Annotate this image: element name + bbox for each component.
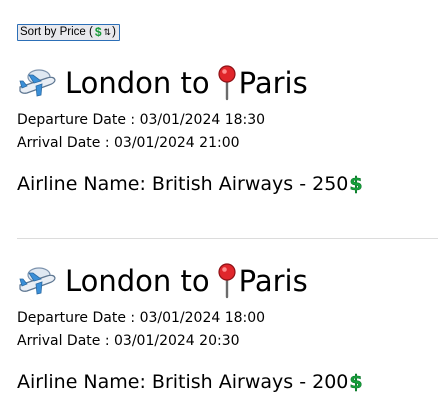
flight-results-page: Sort by Price ( $ ⇅ ) London to Paris De… [0, 0, 438, 420]
airline-row: Airline Name: British Airways - 200 $ [17, 369, 438, 395]
departure-label: Departure Date : [17, 310, 140, 326]
sort-button-suffix: ) [112, 26, 116, 38]
airline-name: British Airways [151, 371, 294, 393]
heavy-dollar-sign-icon: $ [349, 173, 363, 196]
price-separator: - [293, 371, 313, 393]
price-separator: - [293, 173, 313, 195]
airline-label: Airline Name: [17, 173, 146, 195]
arrival-label: Arrival Date : [17, 333, 115, 349]
departure-label: Departure Date : [17, 112, 140, 128]
destination-city: Paris [238, 66, 308, 100]
arrival-value: 03/01/2024 21:00 [114, 135, 240, 151]
origin-city: London [65, 66, 172, 100]
arrival-label: Arrival Date : [17, 135, 115, 151]
flight-divider [17, 238, 438, 239]
arrival-row: Arrival Date : 03/01/2024 21:00 [17, 132, 438, 155]
departure-value: 03/01/2024 18:00 [139, 310, 266, 326]
route-connector: to [180, 264, 210, 298]
airplane-icon [19, 267, 56, 295]
flight-card: London to Paris Departure Date : 03/01/2… [17, 62, 438, 197]
route-title: London to Paris [17, 62, 438, 104]
up-down-arrows-icon: ⇅ [103, 27, 111, 37]
round-pushpin-icon [218, 263, 236, 299]
flight-dates: Departure Date : 03/01/2024 18:30 Arriva… [17, 109, 438, 155]
arrival-row: Arrival Date : 03/01/2024 20:30 [17, 330, 438, 353]
price-value: 250 [312, 173, 349, 195]
origin-city: London [65, 264, 172, 298]
heavy-dollar-sign-icon: $ [349, 371, 363, 394]
flight-dates: Departure Date : 03/01/2024 18:00 Arriva… [17, 307, 438, 353]
arrival-value: 03/01/2024 20:30 [114, 333, 240, 349]
flight-card: London to Paris Departure Date : 03/01/2… [17, 260, 438, 395]
route-title: London to Paris [17, 260, 438, 302]
round-pushpin-icon [218, 65, 236, 101]
departure-value: 03/01/2024 18:30 [139, 112, 266, 128]
destination-city: Paris [238, 264, 308, 298]
airplane-icon [19, 69, 56, 97]
airline-name: British Airways [151, 173, 294, 195]
dollar-icon: $ [94, 25, 102, 39]
price-value: 200 [312, 371, 349, 393]
departure-row: Departure Date : 03/01/2024 18:00 [17, 307, 438, 330]
departure-row: Departure Date : 03/01/2024 18:30 [17, 109, 438, 132]
route-connector: to [180, 66, 210, 100]
sort-button-label: Sort by Price ( [20, 26, 93, 38]
airline-label: Airline Name: [17, 371, 146, 393]
sort-by-price-button[interactable]: Sort by Price ( $ ⇅ ) [17, 24, 120, 41]
airline-row: Airline Name: British Airways - 250 $ [17, 171, 438, 197]
